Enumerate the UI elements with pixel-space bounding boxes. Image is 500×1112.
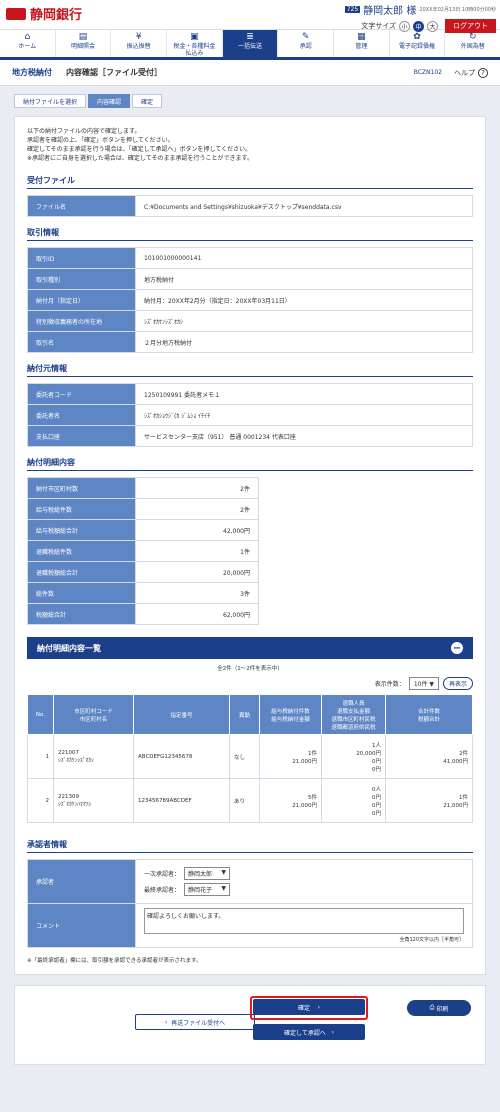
nav-transfer[interactable]: ¥ 振込振替 bbox=[111, 30, 168, 57]
font-size-medium-button[interactable]: 中 bbox=[413, 20, 424, 32]
display-count-select[interactable]: 10件 ▼ bbox=[408, 677, 439, 690]
display-count-controls: 表示件数： 10件 ▼ 再表示 bbox=[27, 677, 473, 690]
comment-limit-note: 全角120文字以内［半角可］ bbox=[399, 937, 464, 943]
table-row: 2 221309 ｼｽﾞｵｶｹﾝﾊﾏﾏﾂｼ 123456789ABCDEF あり … bbox=[27, 778, 473, 823]
user-name: 静岡太郎 様 bbox=[363, 6, 417, 17]
back-to-resend-button[interactable]: ‹ 再送ファイル受付へ bbox=[135, 1014, 255, 1030]
step-confirm-content: 内容確認 bbox=[88, 94, 131, 108]
button-area: ‹ 再送ファイル受付へ 確定 › 確定して承認へ › ⎙ 印刷 bbox=[14, 985, 486, 1065]
approver-table: 承認者 一次承認者： 静岡太郎 ▼ 最終承認者： 静岡花子 ▼ コメント 確認よろし… bbox=[27, 859, 473, 948]
user-area: 725 静岡太郎 様 20XX年02月13日 10時00分00秒 文字サイズ 小… bbox=[344, 2, 496, 33]
table-row: 1 221007 ｼｽﾞｵｶｹﾝｼｽﾞｵｶｼ ABCDEFG12345678 なし… bbox=[27, 734, 473, 779]
detail-list-header[interactable]: 納付明細内容一覧 − bbox=[27, 637, 473, 659]
bank-logo[interactable]: 静岡銀行 bbox=[6, 4, 82, 23]
page-header: 地方税納付 内容確認［ファイル受付］ BCZN102 ヘルプ? bbox=[0, 60, 500, 86]
first-approver-select[interactable]: 静岡太郎 ▼ bbox=[184, 867, 231, 880]
section-title-file: 受付ファイル bbox=[27, 175, 473, 189]
nav-approve[interactable]: ✎ 承認 bbox=[278, 30, 335, 57]
nav-batch[interactable]: ≣ 一括伝送 bbox=[222, 30, 279, 57]
nav-statement[interactable]: ▤ 明細照会 bbox=[56, 30, 112, 57]
confirm-button[interactable]: 確定 › bbox=[253, 999, 365, 1015]
font-size-label: 文字サイズ bbox=[361, 22, 396, 30]
nav-home[interactable]: ⌂ ホーム bbox=[0, 30, 56, 57]
section-title-trade: 取引情報 bbox=[27, 227, 473, 241]
comment-textarea[interactable]: 確認よろしくお願いします。 bbox=[144, 908, 464, 934]
step-indicator: 納付ファイルを選択 内容確認 確定 bbox=[14, 94, 486, 108]
printer-icon: ⎙ bbox=[429, 1004, 437, 1011]
nav-forex[interactable]: ↻ 外国為替 bbox=[445, 30, 500, 57]
collapse-icon[interactable]: − bbox=[451, 642, 463, 654]
step-select-file: 納付ファイルを選択 bbox=[14, 94, 87, 108]
top-bar: 静岡銀行 725 静岡太郎 様 20XX年02月13日 10時00分00秒 文字… bbox=[0, 0, 500, 33]
redisplay-button[interactable]: 再表示 bbox=[442, 677, 473, 690]
page-category: 地方税納付 bbox=[12, 68, 52, 77]
main-card: 以下の納付ファイルの内容で確定します。 承認者を確認の上、「確定」ボタンを押してく… bbox=[14, 116, 486, 975]
print-button[interactable]: ⎙ 印刷 bbox=[407, 1000, 471, 1016]
screen-code: BCZN102 bbox=[413, 69, 442, 76]
intro-text: 以下の納付ファイルの内容で確定します。 承認者を確認の上、「確定」ボタンを押してく… bbox=[27, 128, 253, 162]
step-finalize: 確定 bbox=[132, 94, 163, 108]
result-count: 全2件（1～2件を表示中） bbox=[217, 666, 283, 672]
payer-table: 委託者コード 1250109991 委託者メモ１ 委託者名 ｼｽﾞｵｶｼｮｳｼﾞ(ｶ… bbox=[27, 383, 473, 447]
font-size-large-button[interactable]: 大 bbox=[427, 20, 438, 32]
file-table: ファイル名 C:¥Documents and Settings¥shizuoka¥… bbox=[27, 195, 473, 217]
final-approver-select[interactable]: 静岡花子 ▼ bbox=[184, 883, 231, 896]
nav-tax-payment[interactable]: ▣ 税金・各種料金 払込み bbox=[167, 30, 223, 57]
file-name-value: C:¥Documents and Settings¥shizuoka¥デスクトッ… bbox=[135, 195, 473, 217]
page-title: 内容確認［ファイル受付］ bbox=[66, 68, 162, 77]
logout-button[interactable]: ログアウト bbox=[445, 19, 496, 33]
bank-mark-icon bbox=[6, 7, 26, 20]
approver-note: ※「最終承認者」欄には、取引額を承認できる承認者が表示されます。 bbox=[27, 958, 202, 964]
global-nav: ⌂ ホーム ▤ 明細照会 ¥ 振込振替 ▣ 税金・各種料金 払込み ≣ 一括伝送 ✎ 承認 … bbox=[0, 30, 500, 60]
help-icon: ? bbox=[478, 67, 488, 78]
section-title-payer: 納付元情報 bbox=[27, 363, 473, 377]
section-title-approver: 承認者情報 bbox=[27, 839, 473, 853]
confirm-and-approve-button[interactable]: 確定して承認へ › bbox=[253, 1024, 365, 1040]
nav-e-receivable[interactable]: ✿ 電子記録債権 bbox=[390, 30, 446, 57]
summary-table: 納付市区町村数 2件 給与税総件数 2件 給与税額総合計 42,000円 退職税総件数… bbox=[27, 477, 259, 625]
detail-table: No. 市区町村コード 市区町村名 指定番号 異動 給与税納付件数 給与税納付金… bbox=[27, 694, 473, 823]
login-time: 20XX年02月13日 10時00分00秒 bbox=[419, 7, 496, 13]
help-link[interactable]: ヘルプ? bbox=[454, 67, 488, 78]
nav-admin[interactable]: ▦ 管理 bbox=[334, 30, 390, 57]
user-badge: 725 bbox=[344, 6, 361, 13]
font-size-small-button[interactable]: 小 bbox=[399, 20, 410, 32]
section-title-summary: 納付明細内容 bbox=[27, 457, 473, 471]
bank-name: 静岡銀行 bbox=[30, 8, 83, 23]
trade-table: 取引ID 101001000000141 取引種別 地方税納付 納付月（指定日） 納付… bbox=[27, 247, 473, 353]
